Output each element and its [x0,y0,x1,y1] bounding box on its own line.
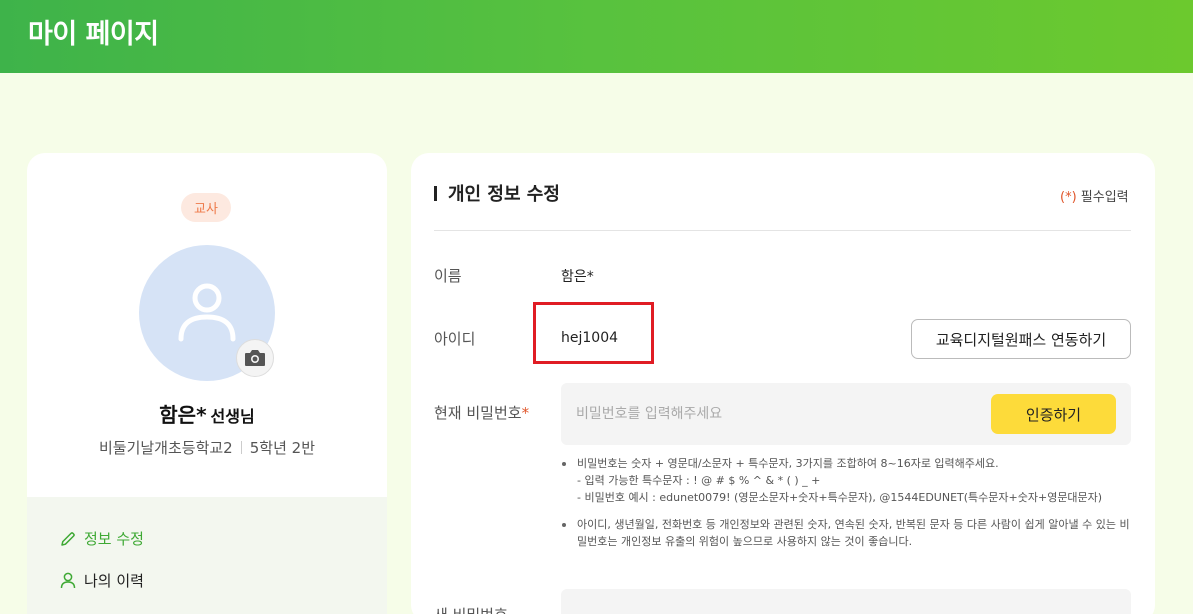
section-title: 개인 정보 수정 [434,180,560,206]
required-note-text: 필수입력 [1080,190,1129,205]
divider [240,441,242,454]
verify-button[interactable]: 인증하기 [991,394,1116,434]
role-badge: 교사 [181,193,231,222]
name-label: 이름 [434,267,462,285]
name-value: 함은* [561,269,594,285]
password-rule-note: 비밀번호는 숫자 + 영문대/소문자 + 특수문자, 3가지를 조합하여 8~1… [561,455,1136,506]
section-title-text: 개인 정보 수정 [448,184,560,205]
school-name: 비둘기날개초등학교2 [98,439,233,457]
new-password-label: 새 비밀번호 [434,604,508,614]
password-warning-note: 아이디, 생년월일, 전화번호 등 개인정보와 관련된 숫자, 연속된 숫자, … [561,516,1136,550]
required-star: * [521,404,530,422]
user-name-text: 함은* [159,403,207,427]
menu-item-label: 정보 수정 [84,530,144,548]
menu-item-edit-info[interactable]: 정보 수정 [60,528,144,549]
user-name: 함은* 선생님 [27,399,387,428]
current-password-label-text: 현재 비밀번호 [434,404,522,422]
pencil-icon [61,531,75,546]
camera-icon [245,350,265,366]
user-title-suffix: 선생님 [210,407,255,426]
current-password-label: 현재 비밀번호* [434,402,529,423]
id-label: 아이디 [434,330,476,348]
grade-class: 5학년 2반 [249,439,315,457]
change-photo-button[interactable] [236,339,274,377]
note-line: - 입력 가능한 특수문자 : ! @ # $ % ^ & * ( ) _ + [577,474,821,487]
required-note-star: (*) [1060,190,1077,205]
note-line: 아이디, 생년월일, 전화번호 등 개인정보와 관련된 숫자, 연속된 숫자, … [577,518,1130,548]
new-password-box[interactable] [561,589,1131,614]
menu-item-label: 나의 이력 [84,572,144,590]
user-icon [178,283,236,342]
menu-item-history[interactable]: 나의 이력 [60,570,144,591]
page-title: 마이 페이지 [28,19,159,50]
title-bar-decoration [434,185,437,201]
current-password-input[interactable] [576,399,976,429]
note-line: - 비밀번호 예시 : edunet0079! (영문소문자+숫자+특수문자),… [577,491,1103,504]
id-highlight-box [533,302,654,364]
section-divider [434,230,1131,231]
person-icon [60,572,76,589]
password-notes: 비밀번호는 숫자 + 영문대/소문자 + 특수문자, 3가지를 조합하여 8~1… [561,455,1136,560]
note-line: 비밀번호는 숫자 + 영문대/소문자 + 특수문자, 3가지를 조합하여 8~1… [577,457,999,470]
page-header: 마이 페이지 [0,0,1193,73]
school-info: 비둘기날개초등학교2 5학년 2반 [27,437,387,458]
current-password-box: 인증하기 [561,383,1131,445]
required-note: (*) 필수입력 [1060,186,1129,205]
link-digital-onepass-button[interactable]: 교육디지털원패스 연동하기 [911,319,1131,359]
side-menu [27,497,387,614]
